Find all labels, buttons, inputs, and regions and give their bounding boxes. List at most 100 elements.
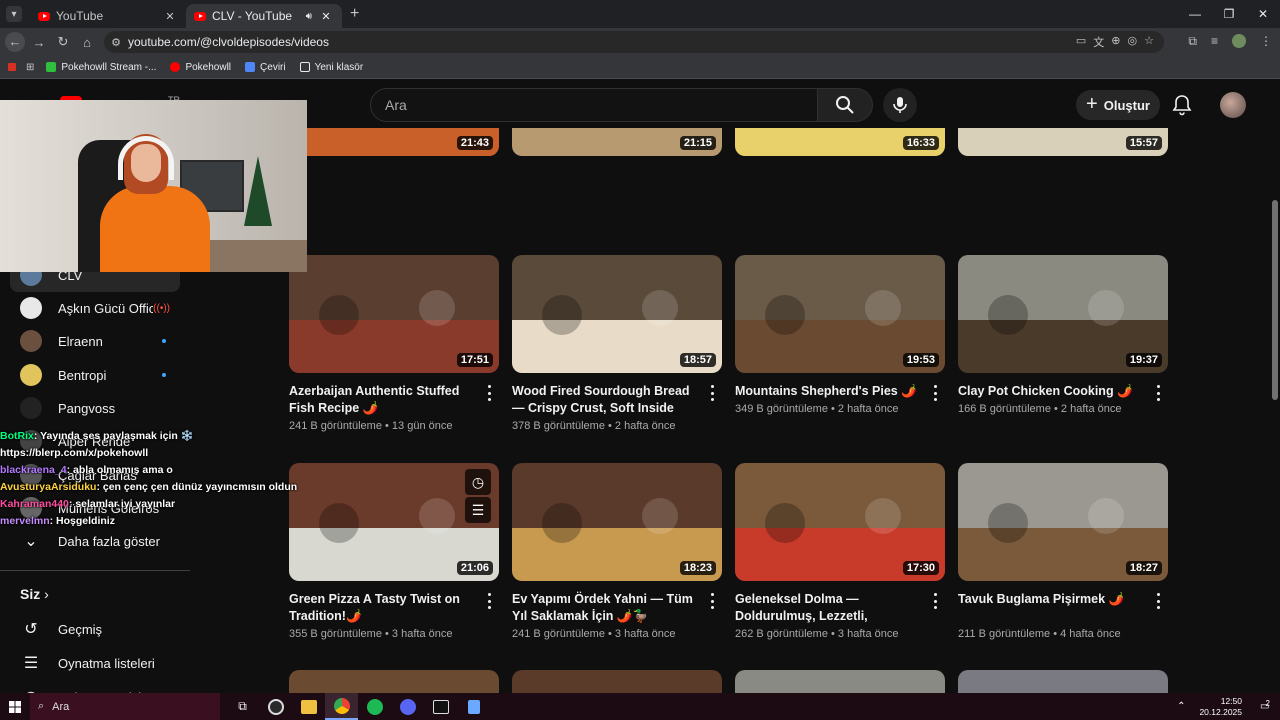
video-title[interactable]: Ev Yapımı Ördek Yahni — Tüm Yıl Saklamak…	[512, 591, 698, 625]
video-card[interactable]: 18:23 Ev Yapımı Ördek Yahni — Tüm Yıl Sak…	[512, 463, 722, 640]
sidebar-subscription-item[interactable]: Pangvoss	[10, 391, 180, 425]
voice-search-button[interactable]	[883, 88, 917, 122]
back-icon[interactable]: ←	[5, 32, 25, 52]
cast-icon[interactable]: ▭	[1076, 34, 1086, 50]
you-section-header[interactable]: Siz ›	[20, 586, 49, 602]
video-thumbnail-partial[interactable]	[289, 670, 499, 693]
video-card[interactable]: 19:53 Mountains Shepherd's Pies 🌶️ 349 B g…	[735, 255, 945, 415]
eye-off-icon[interactable]: ◎	[1128, 34, 1138, 50]
taskbar-clock[interactable]: 12:50 20.12.2025	[1199, 696, 1242, 718]
close-tab-icon[interactable]: ✕	[318, 10, 334, 23]
notification-center[interactable]: ▭ 2	[1254, 697, 1276, 717]
extension-red-icon[interactable]	[8, 63, 16, 71]
tab-search-menu[interactable]: ▾	[6, 6, 22, 22]
spotify-icon[interactable]	[358, 693, 391, 720]
video-more-options-icon[interactable]	[929, 593, 941, 609]
video-thumbnail-partial[interactable]	[958, 670, 1168, 693]
video-thumbnail[interactable]: 19:37	[958, 255, 1168, 373]
sidebar-subscription-item[interactable]: Elraenn	[10, 324, 180, 358]
bookmark-pokehowll-stream[interactable]: Pokehowll Stream -...	[46, 62, 156, 73]
tab-clv-youtube[interactable]: CLV - YouTube 🔊︎ ✕	[186, 4, 342, 28]
discord-icon[interactable]	[391, 693, 424, 720]
video-more-options-icon[interactable]	[1152, 168, 1164, 184]
video-more-options-icon[interactable]	[706, 385, 718, 401]
video-thumbnail[interactable]: 17:30	[735, 463, 945, 581]
video-card[interactable]: 18:27 Tavuk Buglama Pişirmek 🌶️ 211 B görü…	[958, 463, 1168, 640]
new-tab-icon[interactable]: +	[350, 5, 359, 23]
video-thumbnail[interactable]: 21:06 ◷ ☰	[289, 463, 499, 581]
translate-icon[interactable]: 文	[1093, 34, 1104, 50]
obs-icon[interactable]	[259, 693, 292, 720]
video-card[interactable]: 17:30 Geleneksel Dolma — Doldurulmuş, Lez…	[735, 463, 945, 640]
close-window-icon[interactable]: ✕	[1246, 0, 1280, 28]
video-more-options-icon[interactable]	[929, 385, 941, 401]
site-info-icon[interactable]: ⚙	[104, 36, 128, 49]
video-more-options-icon[interactable]	[706, 168, 718, 184]
home-icon[interactable]: ⌂	[75, 35, 99, 50]
chrome-menu-icon[interactable]: ⋮	[1260, 34, 1272, 49]
bookmark-star-icon[interactable]: ☆	[1144, 34, 1154, 50]
video-title[interactable]: Simple Village Breakfast On A Countrysid…	[958, 166, 1144, 200]
video-thumbnail[interactable]: 19:53	[735, 255, 945, 373]
capcut-icon[interactable]	[424, 693, 457, 720]
account-avatar[interactable]	[1220, 92, 1246, 118]
apps-grid-icon[interactable]: ⊞	[26, 62, 34, 73]
task-view-icon[interactable]: ⧉	[226, 693, 259, 720]
sidebar-item-playlists[interactable]: ☰ Oynatma listeleri	[10, 646, 180, 680]
video-thumbnail[interactable]: 18:23	[512, 463, 722, 581]
notifications-button[interactable]	[1172, 94, 1192, 121]
video-title[interactable]: ...rot Cake Rustic Charm & ...memade Goo…	[289, 166, 475, 200]
bookmark-pokehowll[interactable]: Pokehowll	[170, 62, 231, 73]
video-title[interactable]: Wood Fired Sourdough Bread — Crispy Crus…	[512, 383, 698, 417]
video-thumbnail[interactable]: 18:27	[958, 463, 1168, 581]
video-card[interactable]: 19:37 Clay Pot Chicken Cooking 🌶️ 166 B gö…	[958, 255, 1168, 415]
video-card[interactable]: 21:06 ◷ ☰ Green Pizza A Tasty Twist on Trad…	[289, 463, 499, 640]
create-button[interactable]: + Oluştur	[1076, 90, 1160, 120]
bookmark-yeni-klasor[interactable]: Yeni klasör	[299, 62, 363, 73]
forward-icon[interactable]: →	[27, 35, 51, 50]
sidebar-subscription-item[interactable]: Aşkın Gücü Offic...((•))	[10, 291, 180, 325]
video-more-options-icon[interactable]	[929, 168, 941, 184]
tray-chevron-icon[interactable]: ⌃	[1177, 701, 1185, 712]
restore-icon[interactable]: ❐	[1212, 0, 1246, 28]
video-title[interactable]: Green Pizza A Tasty Twist on Tradition!🌶…	[289, 591, 475, 625]
video-title[interactable]: Clay Pot Chicken Cooking 🌶️	[958, 383, 1144, 400]
video-title[interactable]: From Milk To Butter — Traditional Homema…	[512, 166, 698, 200]
sidebar-item-history[interactable]: ↺ Geçmiş	[10, 612, 180, 646]
start-button[interactable]	[0, 693, 30, 720]
search-input[interactable]: Ara	[370, 88, 818, 122]
chrome-icon[interactable]	[325, 693, 358, 720]
sidebar-subscription-item[interactable]: Bentropi	[10, 358, 180, 392]
video-more-options-icon[interactable]	[483, 593, 495, 609]
video-card[interactable]: 17:51 Azerbaijan Authentic Stuffed Fish R…	[289, 255, 499, 432]
video-more-options-icon[interactable]	[483, 168, 495, 184]
video-title[interactable]: Mountains Shepherd's Pies 🌶️	[735, 383, 921, 400]
watch-later-icon[interactable]: ◷	[465, 469, 491, 495]
video-more-options-icon[interactable]	[706, 593, 718, 609]
video-thumbnail[interactable]: 17:51	[289, 255, 499, 373]
video-title[interactable]: Geleneksel Dolma — Doldurulmuş, Lezzetli…	[735, 591, 921, 625]
taskbar-search[interactable]: ⌕ Ara	[30, 693, 220, 720]
scrollbar-thumb[interactable]	[1272, 200, 1278, 400]
profile-avatar[interactable]	[1232, 34, 1246, 48]
video-thumbnail[interactable]: 18:57	[512, 255, 722, 373]
add-to-queue-icon[interactable]: ☰	[465, 497, 491, 523]
url-text[interactable]: youtube.com/@clvoldepisodes/videos	[128, 35, 1076, 49]
video-thumbnail-partial[interactable]	[512, 670, 722, 693]
close-tab-icon[interactable]: ✕	[162, 10, 178, 23]
search-button[interactable]	[817, 88, 873, 122]
address-bar[interactable]: ⚙ youtube.com/@clvoldepisodes/videos ▭ 文…	[104, 31, 1164, 53]
tab-youtube[interactable]: YouTube ✕	[30, 4, 186, 28]
video-card[interactable]: 18:57 Wood Fired Sourdough Bread — Crispy…	[512, 255, 722, 432]
reading-list-icon[interactable]: ≡	[1211, 34, 1218, 49]
video-title[interactable]: Rustic Oven Roast Chicken & Veggies Done…	[735, 166, 921, 200]
bookmark-ceviri[interactable]: Çeviri	[245, 62, 286, 73]
file-explorer-icon[interactable]	[292, 693, 325, 720]
extensions-icon[interactable]: ⧉	[1188, 34, 1197, 49]
zoom-icon[interactable]: ⊕	[1111, 34, 1120, 50]
minimize-icon[interactable]: —	[1178, 0, 1212, 28]
speaker-icon[interactable]: 🔊︎	[306, 11, 312, 22]
video-thumbnail-partial[interactable]	[735, 670, 945, 693]
video-title[interactable]: Azerbaijan Authentic Stuffed Fish Recipe…	[289, 383, 475, 417]
reload-icon[interactable]: ↻	[51, 34, 75, 50]
